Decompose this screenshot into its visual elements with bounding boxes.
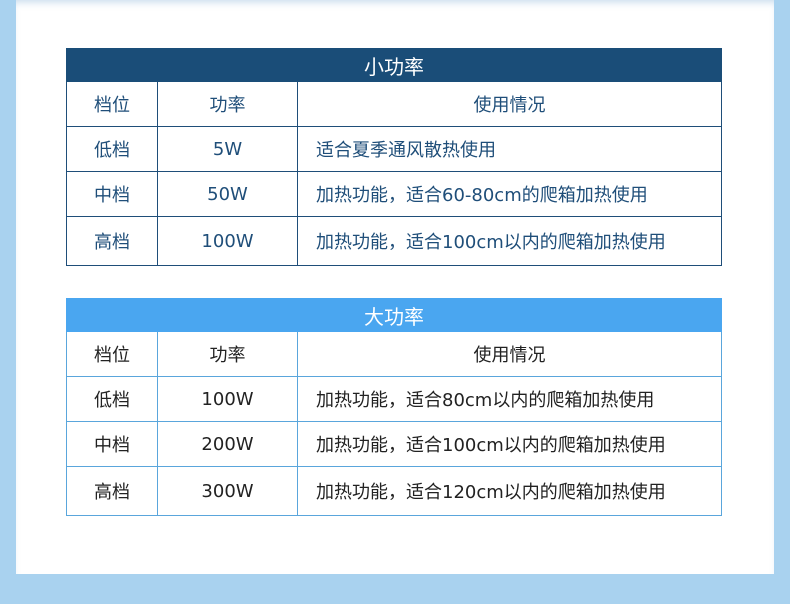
- gear-cell: 中档: [66, 421, 158, 467]
- content-panel: 小功率 档位 功率 使用情况 低档 5W 适合夏季通风散热使用 中档 50W 加…: [16, 0, 774, 574]
- gear-cell: 中档: [66, 171, 158, 217]
- gear-cell: 低档: [66, 376, 158, 422]
- table-title: 小功率: [65, 48, 723, 82]
- power-cell: 5W: [157, 126, 298, 172]
- usage-cell: 加热功能，适合100cm以内的爬箱加热使用: [296, 421, 723, 467]
- header-row: 档位 功率 使用情况: [66, 331, 723, 377]
- table-row: 高档 300W 加热功能，适合120cm以内的爬箱加热使用: [66, 466, 723, 516]
- power-cell: 100W: [157, 216, 298, 266]
- gear-cell: 高档: [66, 216, 158, 266]
- column-header-usage: 使用情况: [296, 331, 723, 377]
- column-header-gear: 档位: [66, 81, 158, 127]
- power-cell: 200W: [157, 421, 298, 467]
- table-row: 中档 200W 加热功能，适合100cm以内的爬箱加热使用: [66, 421, 723, 467]
- table-row: 中档 50W 加热功能，适合60-80cm的爬箱加热使用: [66, 171, 723, 217]
- table-row: 高档 100W 加热功能，适合100cm以内的爬箱加热使用: [66, 216, 723, 266]
- usage-cell: 适合夏季通风散热使用: [296, 126, 723, 172]
- column-header-usage: 使用情况: [296, 81, 723, 127]
- table-title: 大功率: [65, 298, 723, 332]
- usage-cell: 加热功能，适合100cm以内的爬箱加热使用: [296, 216, 723, 266]
- header-row: 档位 功率 使用情况: [66, 81, 723, 127]
- power-cell: 300W: [157, 466, 298, 516]
- high-power-table: 大功率 档位 功率 使用情况 低档 100W 加热功能，适合80cm以内的爬箱加…: [65, 298, 723, 516]
- column-header-power: 功率: [157, 331, 298, 377]
- column-header-gear: 档位: [66, 331, 158, 377]
- low-power-table: 小功率 档位 功率 使用情况 低档 5W 适合夏季通风散热使用 中档 50W 加…: [65, 48, 723, 266]
- usage-cell: 加热功能，适合80cm以内的爬箱加热使用: [296, 376, 723, 422]
- gear-cell: 低档: [66, 126, 158, 172]
- power-cell: 50W: [157, 171, 298, 217]
- power-cell: 100W: [157, 376, 298, 422]
- usage-cell: 加热功能，适合120cm以内的爬箱加热使用: [296, 466, 723, 516]
- table-row: 低档 100W 加热功能，适合80cm以内的爬箱加热使用: [66, 376, 723, 422]
- column-header-power: 功率: [157, 81, 298, 127]
- table-row: 低档 5W 适合夏季通风散热使用: [66, 126, 723, 172]
- gear-cell: 高档: [66, 466, 158, 516]
- usage-cell: 加热功能，适合60-80cm的爬箱加热使用: [296, 171, 723, 217]
